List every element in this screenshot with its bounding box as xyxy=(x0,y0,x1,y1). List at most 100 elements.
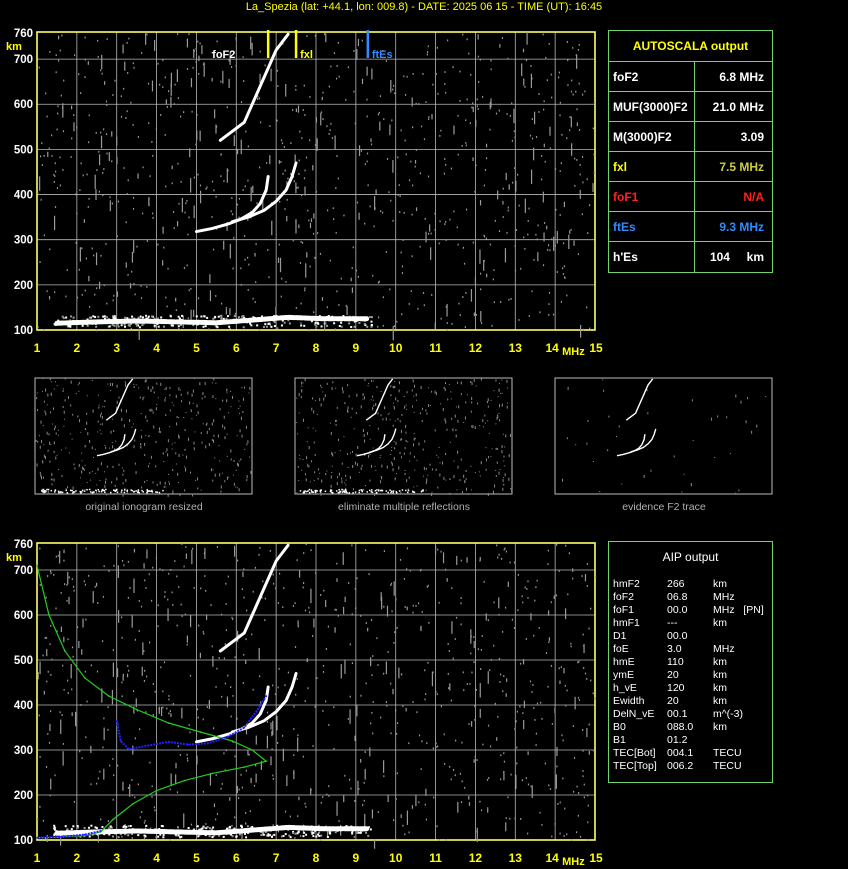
thumbnail-noise xyxy=(751,430,753,434)
autoscala-title: AUTOSCALA output xyxy=(632,39,749,53)
thumbnail-noise xyxy=(156,483,158,486)
noise-dot xyxy=(506,231,508,234)
thumbnail-noise xyxy=(206,430,208,434)
es-noise-dot xyxy=(125,825,128,828)
noise-dot xyxy=(215,295,217,297)
noise-dot xyxy=(40,198,42,201)
aip-value: 00.0 xyxy=(667,630,688,642)
thumbnail-noise xyxy=(44,410,46,413)
trace-point xyxy=(286,316,290,319)
thumbnail-noise xyxy=(47,393,49,397)
noise-dot xyxy=(39,661,41,675)
noise-dot xyxy=(307,687,309,690)
noise-dot xyxy=(437,92,439,95)
noise-dot xyxy=(39,155,42,158)
noise-dot xyxy=(72,655,74,658)
series-point xyxy=(131,803,134,805)
noise-dot xyxy=(468,802,471,806)
noise-dot xyxy=(431,294,433,296)
es-noise-dot xyxy=(267,834,270,837)
noise-dot xyxy=(220,613,223,616)
thumbnail-es xyxy=(58,491,60,493)
thumbnail-noise xyxy=(411,389,413,392)
thumbnail-noise xyxy=(165,397,167,399)
noise-dot xyxy=(587,804,589,807)
noise-dot xyxy=(245,769,247,772)
thumbnail-noise xyxy=(182,454,184,456)
noise-dot xyxy=(521,595,523,598)
noise-dot xyxy=(98,154,101,166)
thumbnail-noise xyxy=(453,460,455,462)
thumbnail-noise xyxy=(411,405,413,408)
aip-value: 20 xyxy=(667,669,679,681)
noise-dot xyxy=(58,35,60,40)
noise-dot xyxy=(558,71,560,74)
thumbnail-noise xyxy=(72,486,74,490)
noise-dot xyxy=(169,710,171,713)
noise-dot xyxy=(498,553,500,556)
es-noise-dot xyxy=(200,315,203,318)
noise-dot xyxy=(286,215,288,222)
noise-dot xyxy=(398,184,400,187)
noise-dot xyxy=(73,122,75,132)
noise-dot xyxy=(133,578,135,593)
x-tick-label: 15 xyxy=(589,341,603,355)
thumbnail-es xyxy=(97,488,100,491)
noise-dot xyxy=(103,128,105,131)
noise-dot xyxy=(171,182,173,185)
noise-dot xyxy=(297,815,299,818)
noise-dot xyxy=(390,732,392,735)
es-noise-dot xyxy=(348,322,351,325)
noise-dot xyxy=(296,559,298,562)
noise-dot xyxy=(48,741,51,744)
thumbnail-noise xyxy=(451,417,453,420)
thumbnail-noise xyxy=(360,467,362,469)
noise-dot xyxy=(299,262,302,264)
noise-dot xyxy=(232,267,234,270)
noise-dot xyxy=(272,778,274,780)
noise-dot xyxy=(500,754,502,757)
noise-dot xyxy=(426,51,429,53)
es-noise-dot xyxy=(237,316,240,319)
noise-dot xyxy=(387,651,389,653)
thumbnail-noise xyxy=(219,473,221,477)
thumbnail-noise xyxy=(77,384,79,386)
thumbnail-noise xyxy=(112,418,114,420)
thumbnail-noise xyxy=(42,425,44,427)
noise-dot xyxy=(74,54,76,57)
es-noise-dot xyxy=(370,316,373,319)
noise-dot xyxy=(549,147,551,150)
thumbnail-noise xyxy=(49,441,51,445)
thumbnail-noise xyxy=(376,386,378,389)
noise-dot xyxy=(301,137,303,140)
es-noise-dot xyxy=(280,835,283,838)
noise-dot xyxy=(417,602,420,605)
es-noise-dot xyxy=(197,835,200,838)
y-tick-label: 600 xyxy=(14,99,33,111)
x-tick-label: 13 xyxy=(509,851,523,865)
aip-value: 110 xyxy=(667,656,684,668)
noise-dot xyxy=(205,823,207,825)
noise-dot xyxy=(102,595,105,598)
thumbnail-noise xyxy=(36,463,38,467)
thumbnail-noise xyxy=(353,428,355,430)
es-noise-dot xyxy=(217,315,220,318)
series-point xyxy=(251,749,254,751)
noise-dot xyxy=(277,327,279,330)
thumbnail-noise xyxy=(428,387,430,389)
noise-dot xyxy=(371,809,374,819)
thumbnail-noise xyxy=(317,477,319,480)
noise-dot xyxy=(579,835,582,838)
noise-dot xyxy=(229,327,231,330)
thumbnail-noise xyxy=(390,385,392,388)
noise-dot xyxy=(592,183,594,193)
thumbnail-noise xyxy=(307,463,309,467)
series-point xyxy=(99,830,102,832)
noise-dot xyxy=(486,273,488,278)
x-tick-label: 13 xyxy=(509,341,523,355)
es-noise-dot xyxy=(101,825,104,828)
thumbnail-noise xyxy=(208,443,210,447)
noise-dot xyxy=(108,570,110,572)
noise-dot xyxy=(61,106,64,109)
es-noise-dot xyxy=(203,315,206,318)
